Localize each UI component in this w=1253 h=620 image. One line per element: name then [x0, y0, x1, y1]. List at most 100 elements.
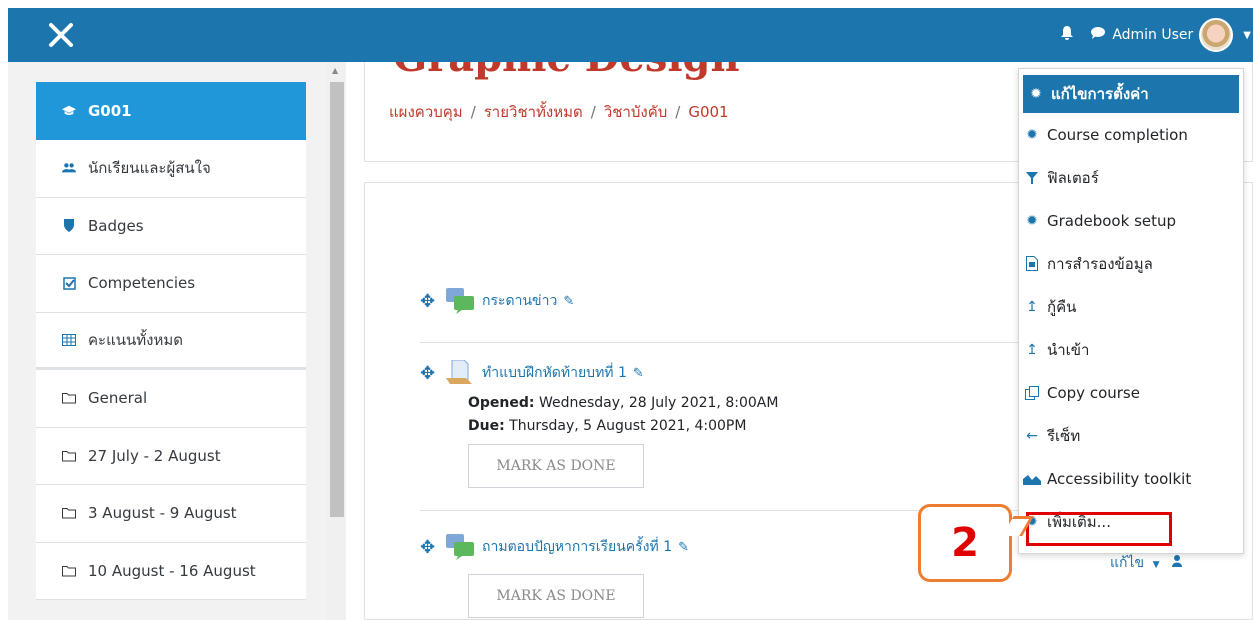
breadcrumb-category[interactable]: วิชาบังคับ [604, 103, 667, 121]
menu-item-backup[interactable]: การสำรองข้อมูล [1019, 242, 1243, 285]
pencil-icon[interactable]: ✎ [633, 366, 644, 381]
upload-icon: ↥ [1026, 298, 1038, 315]
sidebar-item-label: 10 August - 16 August [88, 561, 256, 580]
menu-item-label: Accessibility toolkit [1047, 469, 1192, 488]
opened-label: Opened: [468, 395, 535, 411]
menu-item-copy-course[interactable]: Copy course [1019, 371, 1243, 414]
sidebar-item-label: Competencies [88, 274, 196, 293]
activity-dates: Opened: Wednesday, 28 July 2021, 8:00AM … [468, 392, 778, 438]
activity-link[interactable]: กระดานข่าว [482, 290, 557, 312]
opened-date: Wednesday, 28 July 2021, 8:00AM [534, 395, 779, 411]
menu-item-label: Copy course [1047, 383, 1140, 402]
chat-icon[interactable] [1090, 26, 1106, 44]
menu-item-label: แก้ไขการตั้งค่า [1051, 85, 1149, 103]
menu-item-filters[interactable]: ฟิลเตอร์ [1019, 156, 1243, 199]
activity-assignment: ✥ ทำแบบฝึกหัดท้ายบทที่ 1 ✎ Opened: Wedne… [420, 359, 778, 488]
file-icon [1023, 256, 1041, 272]
move-icon[interactable]: ✥ [420, 537, 446, 558]
sidebar-scrollbar[interactable]: ▲ [326, 62, 346, 620]
gear-icon: ✹ [1030, 86, 1042, 102]
breadcrumb-separator: / [675, 103, 681, 121]
folder-icon [62, 391, 76, 405]
menu-item-label: นำเข้า [1047, 340, 1090, 359]
pencil-icon[interactable]: ✎ [678, 540, 689, 555]
due-label: Due: [468, 418, 505, 434]
sidebar-item-grades[interactable]: คะแนนทั้งหมด [36, 312, 306, 370]
sidebar-item-label: นักเรียนและผู้สนใจ [88, 159, 211, 178]
filter-icon [1023, 170, 1041, 186]
activity-forum-news: ✥ กระดานข่าว ✎ [420, 288, 574, 314]
move-icon[interactable]: ✥ [420, 363, 446, 384]
breadcrumb-separator: / [590, 103, 596, 121]
menu-item-import[interactable]: ↥ นำเข้า [1019, 328, 1243, 371]
menu-item-gradebook-setup[interactable]: ✹ Gradebook setup [1019, 199, 1243, 242]
user-name[interactable]: Admin User [1112, 27, 1193, 43]
mark-as-done-button[interactable]: MARK AS DONE [468, 444, 644, 488]
sidebar-item-g001[interactable]: G001 [36, 82, 306, 140]
highlight-box [1026, 512, 1172, 546]
sidebar-item-label: G001 [88, 102, 132, 120]
due-date: Thursday, 5 August 2021, 4:00PM [504, 418, 747, 434]
breadcrumb: แผงควบคุม / รายวิชาทั้งหมด / วิชาบังคับ / G001 [389, 100, 729, 124]
sidebar-item-participants[interactable]: นักเรียนและผู้สนใจ [36, 140, 306, 198]
folder-icon [62, 506, 76, 520]
step-number: 2 [951, 520, 979, 566]
sidebar-item-competencies[interactable]: Competencies [36, 255, 306, 313]
menu-item-restore[interactable]: ↥ กู้คืน [1019, 285, 1243, 328]
menu-item-edit-settings[interactable]: ✹ แก้ไขการตั้งค่า [1023, 75, 1239, 113]
folder-icon [62, 449, 76, 463]
close-icon[interactable] [48, 22, 74, 48]
gear-icon: ✹ [1026, 212, 1038, 229]
menu-item-reset[interactable]: ← รีเซ็ท [1019, 414, 1243, 457]
scrollbar-thumb[interactable] [330, 82, 344, 517]
activity-link[interactable]: ทำแบบฝึกหัดท้ายบทที่ 1 [482, 362, 627, 384]
sidebar-item-label: 3 August - 9 August [88, 504, 237, 523]
shield-icon [62, 219, 76, 233]
sidebar-item-week2[interactable]: 3 August - 9 August [36, 485, 306, 543]
breadcrumb-dashboard[interactable]: แผงควบคุม [389, 103, 463, 121]
edit-label: แก้ไข [1110, 555, 1145, 571]
gear-icon: ✹ [1026, 126, 1038, 143]
course-admin-menu: ✹ แก้ไขการตั้งค่า ✹ Course completion ฟิ… [1018, 68, 1244, 554]
sidebar-item-week1[interactable]: 27 July - 2 August [36, 427, 306, 485]
sidebar-item-label: General [88, 389, 148, 408]
edit-menu[interactable]: แก้ไข ▼ [1110, 552, 1182, 574]
pencil-icon[interactable]: ✎ [563, 294, 574, 309]
sidebar-item-week3[interactable]: 10 August - 16 August [36, 542, 306, 600]
chart-icon [1023, 471, 1041, 487]
menu-item-accessibility-toolkit[interactable]: Accessibility toolkit [1019, 457, 1243, 500]
menu-item-label: กู้คืน [1047, 297, 1077, 316]
sidebar-item-label: Badges [88, 216, 144, 235]
menu-item-course-completion[interactable]: ✹ Course completion [1019, 113, 1243, 156]
mark-as-done-button[interactable]: MARK AS DONE [468, 574, 644, 618]
top-navbar: Admin User ▼ [8, 8, 1253, 62]
sidebar-item-label: 27 July - 2 August [88, 446, 221, 465]
menu-item-label: Course completion [1047, 125, 1188, 144]
page-title: Graphic Design [393, 62, 740, 81]
graduation-cap-icon [62, 104, 76, 118]
sidebar-item-general[interactable]: General [36, 370, 306, 428]
activity-link[interactable]: ถามตอบปัญหาการเรียนครั้งที่ 1 [482, 536, 672, 558]
upload-icon: ↥ [1026, 341, 1038, 358]
assignment-icon [446, 359, 474, 386]
sidebar-item-badges[interactable]: Badges [36, 197, 306, 255]
table-icon [62, 333, 76, 347]
scroll-up-icon[interactable]: ▲ [332, 66, 338, 75]
divider [420, 342, 1020, 343]
menu-item-label: ฟิลเตอร์ [1047, 168, 1099, 187]
chevron-down-icon: ▼ [1152, 560, 1160, 570]
avatar[interactable] [1199, 18, 1234, 52]
chevron-down-icon[interactable]: ▼ [1243, 30, 1251, 41]
course-index-sidebar: G001 นักเรียนและผู้สนใจ Badges Competenc… [8, 62, 346, 620]
folder-icon [62, 564, 76, 578]
bell-icon[interactable] [1060, 25, 1074, 45]
breadcrumb-course[interactable]: G001 [688, 103, 728, 121]
menu-item-label: รีเซ็ท [1047, 426, 1081, 445]
user-icon [1171, 555, 1182, 571]
breadcrumb-all-courses[interactable]: รายวิชาทั้งหมด [484, 103, 583, 121]
menu-item-label: Gradebook setup [1047, 211, 1177, 230]
forum-icon [446, 288, 474, 314]
move-icon[interactable]: ✥ [420, 291, 446, 312]
breadcrumb-separator: / [470, 103, 476, 121]
forum-icon [446, 534, 474, 560]
